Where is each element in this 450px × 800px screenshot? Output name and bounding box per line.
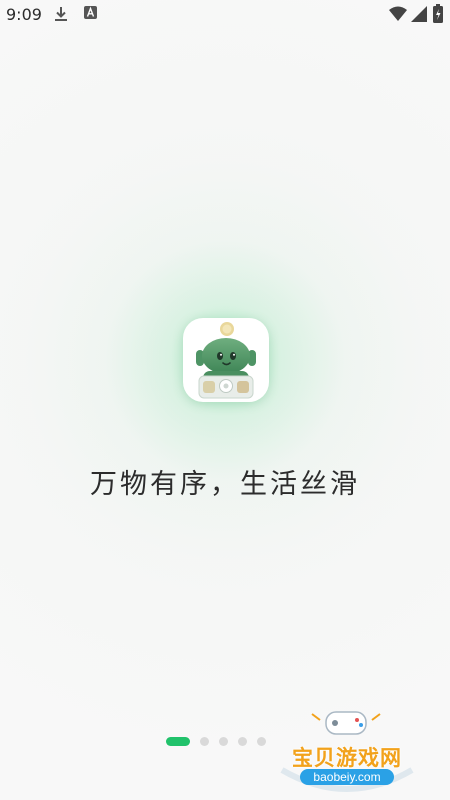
page-dot-active bbox=[166, 737, 190, 746]
a-icon bbox=[84, 6, 97, 19]
signal-icon bbox=[411, 6, 427, 22]
slogan-text: 万物有序，生活丝滑 bbox=[90, 469, 360, 500]
status-time: 9:09 bbox=[6, 5, 42, 24]
watermark-logo: 宝贝游戏网 baobeiy.com bbox=[272, 700, 422, 796]
app-icon bbox=[183, 318, 269, 402]
watermark-text: 宝贝游戏网 bbox=[292, 746, 402, 770]
status-bar: 9:09 bbox=[0, 0, 450, 28]
battery-icon bbox=[433, 4, 443, 23]
page-dot bbox=[200, 737, 209, 746]
splash-screen: 9:09 万物有序，生活丝滑 宝贝游戏网 baobeiy.com bbox=[0, 0, 450, 800]
wifi-icon bbox=[389, 6, 407, 21]
robot-mascot-icon bbox=[196, 322, 256, 399]
download-icon bbox=[55, 7, 67, 21]
page-dot bbox=[238, 737, 247, 746]
page-dot bbox=[219, 737, 228, 746]
watermark-url: baobeiy.com bbox=[300, 769, 394, 785]
page-dot bbox=[257, 737, 266, 746]
